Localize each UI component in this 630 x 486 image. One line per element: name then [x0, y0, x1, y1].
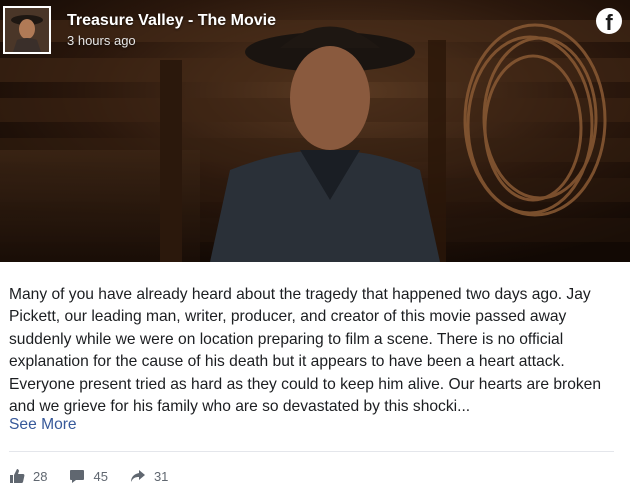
page-name-link[interactable]: Treasure Valley - The Movie	[67, 12, 276, 30]
reaction-bar: 28 45 31	[9, 466, 190, 486]
share-count: 31	[153, 468, 169, 484]
like-count-button[interactable]: 28	[9, 468, 47, 484]
page-avatar[interactable]	[3, 6, 51, 54]
comment-icon	[70, 470, 85, 483]
like-count: 28	[33, 468, 48, 484]
comment-count: 45	[93, 468, 108, 484]
share-count-button[interactable]: 31	[130, 468, 168, 484]
avatar-image	[5, 8, 49, 52]
comment-count-button[interactable]: 45	[69, 468, 108, 484]
post-photo[interactable]: Treasure Valley - The Movie 3 hours ago …	[0, 0, 630, 262]
post-header: Treasure Valley - The Movie 3 hours ago …	[0, 0, 630, 60]
thumbs-up-icon	[10, 469, 25, 483]
divider	[9, 451, 614, 452]
see-more-link[interactable]: See More	[9, 416, 77, 434]
post-timestamp[interactable]: 3 hours ago	[67, 33, 136, 48]
facebook-icon[interactable]: f	[596, 8, 622, 34]
share-icon	[130, 470, 145, 482]
post-body-text: Many of you have already heard about the…	[9, 286, 602, 416]
